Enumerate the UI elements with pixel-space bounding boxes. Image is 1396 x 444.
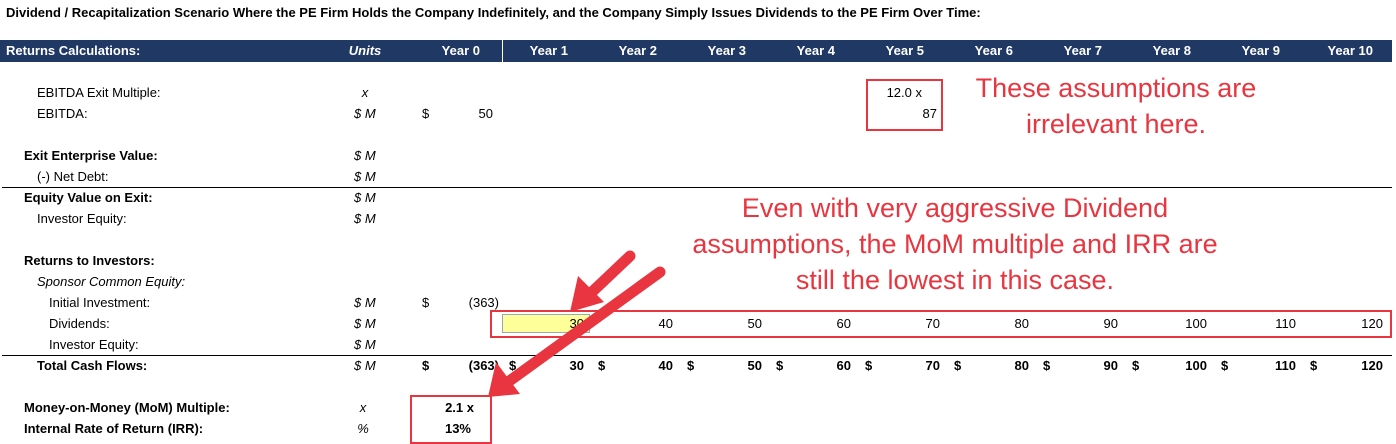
annotation-arrows	[488, 250, 666, 397]
arrow-to-dividends-shaft	[586, 250, 636, 298]
